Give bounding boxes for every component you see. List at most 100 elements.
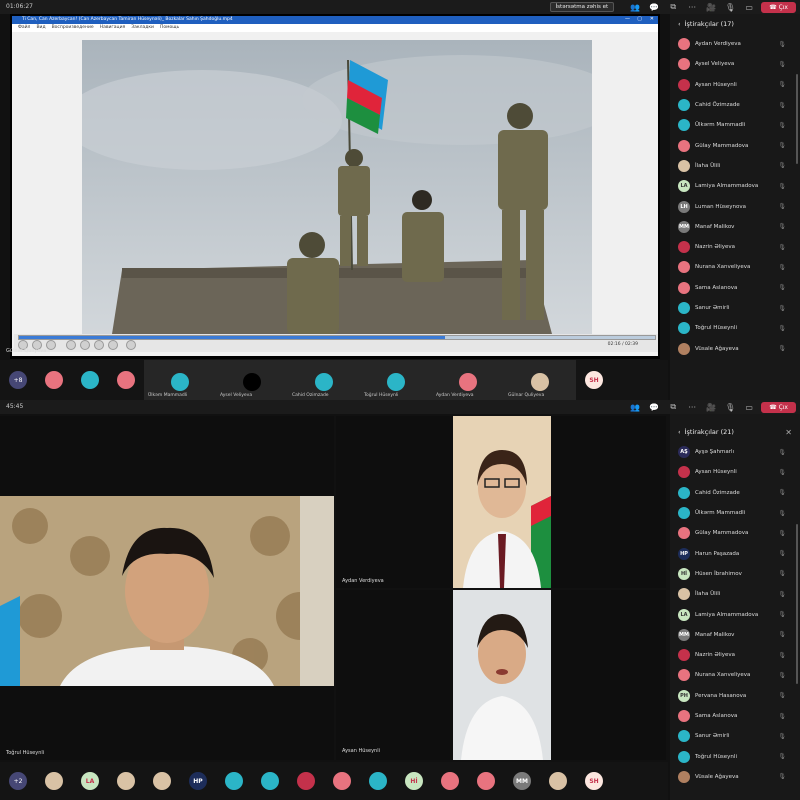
participant-row[interactable]: Aysan Hüseynli 🎙 bbox=[670, 462, 800, 482]
participant-tile[interactable] bbox=[360, 763, 396, 799]
participant-row[interactable]: İlaha Ülili 🎙 bbox=[670, 584, 800, 604]
participant-row[interactable]: Sanur Əmirli 🎙 bbox=[670, 298, 800, 318]
participant-tile[interactable]: MM bbox=[504, 763, 540, 799]
maximize-icon[interactable]: ▢ bbox=[637, 16, 642, 22]
participant-row[interactable]: Aysan Hüseynli 🎙 bbox=[670, 75, 800, 95]
share-icon[interactable]: ▭ bbox=[742, 401, 756, 413]
participant-tile[interactable]: Aydan Verdiyeva bbox=[432, 360, 504, 400]
participant-row[interactable]: PH Pervana Hasanova 🎙 bbox=[670, 686, 800, 706]
participant-row[interactable]: Aysel Veliyeva 🎙 bbox=[670, 54, 800, 74]
fullscreen-button[interactable] bbox=[80, 340, 90, 350]
participant-tile[interactable]: +8 bbox=[0, 362, 36, 398]
menu-item[interactable]: Файл bbox=[18, 24, 30, 32]
leave-button[interactable]: ☎ Çıx bbox=[761, 401, 796, 413]
participant-tile[interactable]: +2 bbox=[0, 763, 36, 799]
participant-row[interactable]: Hİ Hüsen İbrahimov 🎙 bbox=[670, 564, 800, 584]
participant-tile[interactable] bbox=[108, 362, 144, 398]
participant-tile[interactable]: SH bbox=[576, 763, 612, 799]
participant-row[interactable]: İlaha Ülili 🎙 bbox=[670, 156, 800, 176]
participant-row[interactable]: Cahid Özimzade 🎙 bbox=[670, 483, 800, 503]
participant-row[interactable]: Nazrin Əliyeva 🎙 bbox=[670, 237, 800, 257]
raise-hand-button[interactable]: İstərsətma zəhis et bbox=[549, 2, 615, 12]
chat-icon[interactable]: 💬 bbox=[647, 1, 661, 13]
participant-row[interactable]: MM Manaf Malikov 🎙 bbox=[670, 625, 800, 645]
menu-item[interactable]: Закладки bbox=[131, 24, 154, 32]
participants-icon[interactable]: 👥 bbox=[628, 1, 642, 13]
minimize-icon[interactable]: — bbox=[625, 16, 630, 22]
participant-row[interactable]: Cahid Özimzade 🎙 bbox=[670, 95, 800, 115]
loop-button[interactable] bbox=[108, 340, 118, 350]
participant-row[interactable]: LA Lamiya Almammadova 🎙 bbox=[670, 176, 800, 196]
mic-off-icon[interactable]: 🎙 bbox=[723, 1, 737, 13]
participant-row[interactable]: LA Lamiya Almammadova 🎙 bbox=[670, 604, 800, 624]
participant-row[interactable]: Sama Aslanova 🎙 bbox=[670, 706, 800, 726]
participant-tile[interactable] bbox=[36, 763, 72, 799]
participant-row[interactable]: Vüsale Ağayeva 🎙 bbox=[670, 338, 800, 358]
participant-tile[interactable]: Ülkəm Mammadli bbox=[144, 360, 216, 400]
random-button[interactable] bbox=[126, 340, 136, 350]
mic-off-icon[interactable]: 🎙 bbox=[723, 401, 737, 413]
more-icon[interactable]: ··· bbox=[685, 1, 699, 13]
participant-tile[interactable]: SH bbox=[576, 362, 612, 398]
participant-tile[interactable]: Toğrul Hüseynli bbox=[360, 360, 432, 400]
participant-row[interactable]: LH Luman Hüseynova 🎙 bbox=[670, 196, 800, 216]
close-icon[interactable]: ✕ bbox=[785, 428, 792, 437]
participant-tile[interactable] bbox=[252, 763, 288, 799]
more-participants-badge[interactable]: +2 bbox=[9, 772, 27, 790]
participant-row[interactable]: Ülkərm Mammadli 🎙 bbox=[670, 115, 800, 135]
rooms-icon[interactable]: ⧉ bbox=[666, 1, 680, 13]
participants-scrollbar[interactable] bbox=[796, 524, 798, 684]
participant-row[interactable]: Nurana Xanveliyeva 🎙 bbox=[670, 257, 800, 277]
participant-tile[interactable]: LA bbox=[72, 763, 108, 799]
participant-row[interactable]: Nazrin Əliyeva 🎙 bbox=[670, 645, 800, 665]
menu-item[interactable]: Помощь bbox=[160, 24, 179, 32]
participant-row[interactable]: Gülay Mammadova 🎙 bbox=[670, 135, 800, 155]
participant-row[interactable]: Sanur Əmirli 🎙 bbox=[670, 726, 800, 746]
participants-icon[interactable]: 👥 bbox=[628, 401, 642, 413]
participant-row[interactable]: Ülkərm Mammadli 🎙 bbox=[670, 503, 800, 523]
participant-tile[interactable]: Cahid Ozimzade bbox=[288, 360, 360, 400]
more-icon[interactable]: ··· bbox=[685, 401, 699, 413]
participant-tile[interactable] bbox=[468, 763, 504, 799]
camera-off-icon[interactable]: 🎥 bbox=[704, 1, 718, 13]
participant-tile[interactable] bbox=[288, 763, 324, 799]
playlist-button[interactable] bbox=[94, 340, 104, 350]
back-chevron-icon[interactable]: ‹ bbox=[678, 428, 681, 436]
close-window-icon[interactable]: ✕ bbox=[650, 16, 654, 22]
participant-row[interactable]: Toğrul Hüseynli 🎙 bbox=[670, 746, 800, 766]
participant-tile[interactable] bbox=[324, 763, 360, 799]
participant-tile[interactable] bbox=[432, 763, 468, 799]
participant-tile[interactable]: Hİ bbox=[396, 763, 432, 799]
participant-tile[interactable] bbox=[144, 763, 180, 799]
participant-row[interactable]: HP Harun Paşazada 🎙 bbox=[670, 543, 800, 563]
participant-tile[interactable]: Gülnar Quliyeva bbox=[504, 360, 576, 400]
rooms-icon[interactable]: ⧉ bbox=[666, 401, 680, 413]
participant-tile[interactable] bbox=[540, 763, 576, 799]
stop-button[interactable] bbox=[46, 340, 56, 350]
participant-row[interactable]: MM Manaf Malikov 🎙 bbox=[670, 217, 800, 237]
participant-tile[interactable] bbox=[72, 362, 108, 398]
next-button[interactable] bbox=[66, 340, 76, 350]
more-participants-badge[interactable]: +8 bbox=[9, 371, 27, 389]
camera-off-icon[interactable]: 🎥 bbox=[704, 401, 718, 413]
participant-row[interactable]: Nurana Xanveliyeva 🎙 bbox=[670, 665, 800, 685]
participant-tile[interactable] bbox=[36, 362, 72, 398]
participant-row[interactable]: AŞ Ayşə Şahmarlı 🎙 bbox=[670, 442, 800, 462]
back-chevron-icon[interactable]: ‹ bbox=[678, 20, 681, 28]
menu-item[interactable]: Вид bbox=[36, 24, 45, 32]
participant-tile[interactable] bbox=[108, 763, 144, 799]
menu-item[interactable]: Воспроизведение bbox=[52, 24, 94, 32]
participant-row[interactable]: Aydan Verdiyeva 🎙 bbox=[670, 34, 800, 54]
participant-tile[interactable] bbox=[216, 763, 252, 799]
participant-row[interactable]: Toğrul Hüseynli 🎙 bbox=[670, 318, 800, 338]
participant-row[interactable]: Vüsale Ağayeva 🎙 bbox=[670, 767, 800, 787]
chat-icon[interactable]: 💬 bbox=[647, 401, 661, 413]
participant-tile[interactable]: Aysel Veliyeva bbox=[216, 360, 288, 400]
participant-row[interactable]: Gülay Mammadova 🎙 bbox=[670, 523, 800, 543]
participant-tile[interactable]: HP bbox=[180, 763, 216, 799]
participant-row[interactable]: Sama Aslanova 🎙 bbox=[670, 278, 800, 298]
participants-scrollbar[interactable] bbox=[796, 74, 798, 164]
leave-button[interactable]: ☎ Çıx bbox=[761, 1, 796, 13]
menu-item[interactable]: Навигация bbox=[100, 24, 126, 32]
share-icon[interactable]: ▭ bbox=[742, 1, 756, 13]
